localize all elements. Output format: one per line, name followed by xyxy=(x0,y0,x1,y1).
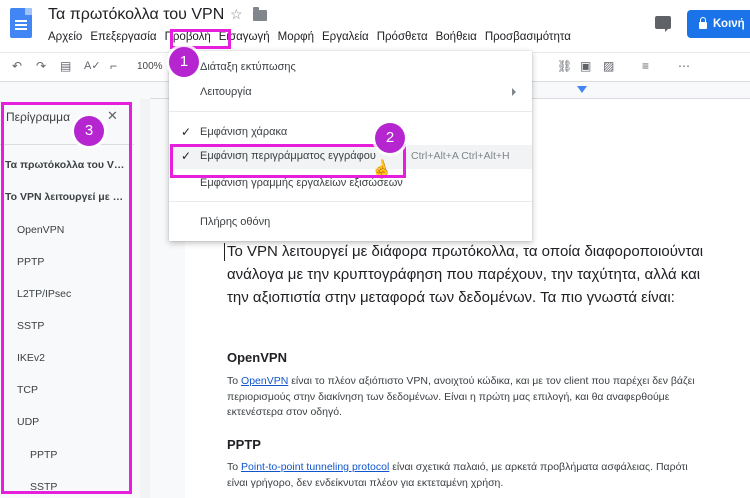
annotation-badge-2: 2 xyxy=(375,123,405,153)
share-label: Κοινή xyxy=(713,18,745,30)
menu-item-label: Πλήρης οθόνη xyxy=(200,216,271,228)
insert-image-icon[interactable]: ▨ xyxy=(603,59,614,73)
annotation-box-view-menu xyxy=(170,29,231,49)
menu-format[interactable]: Μορφή xyxy=(274,31,318,47)
folder-icon[interactable] xyxy=(253,7,267,21)
pptp-prefix: Το xyxy=(227,461,242,473)
openvpn-text: είναι το πλέον αξιόπιστο VPN, ανοιχτού κ… xyxy=(227,375,695,418)
share-button[interactable]: Κοινή xyxy=(687,10,750,38)
menu-accessibility[interactable]: Προσβασιμότητα xyxy=(481,31,575,47)
redo-icon[interactable]: ↷ xyxy=(36,59,46,73)
menu-item-full-screen[interactable]: Πλήρης οθόνη xyxy=(169,211,532,235)
menu-shortcut: Ctrl+Alt+A Ctrl+Alt+H xyxy=(411,150,510,162)
docs-logo-icon[interactable] xyxy=(10,8,32,38)
menu-item-show-ruler[interactable]: ✓ Εμφάνιση χάρακα xyxy=(169,121,532,145)
link-icon[interactable]: ⛓ xyxy=(557,59,572,73)
document-title[interactable]: Τα πρωτόκολλα του VPN xyxy=(48,6,224,24)
add-comment-icon[interactable]: ▣ xyxy=(580,59,591,73)
annotation-badge-3: 3 xyxy=(74,116,104,146)
menu-separator xyxy=(169,111,532,112)
ruler-indent-marker[interactable] xyxy=(577,86,587,93)
menu-edit[interactable]: Επεξεργασία xyxy=(86,31,160,47)
comment-icon[interactable] xyxy=(655,16,671,32)
menu-item-print-layout[interactable]: Διάταξη εκτύπωσης xyxy=(169,56,532,80)
menu-item-label: Εμφάνιση χάρακα xyxy=(200,126,288,138)
heading-pptp[interactable]: PPTP xyxy=(227,437,261,452)
menu-help[interactable]: Βοήθεια xyxy=(432,31,481,47)
menu-file[interactable]: Αρχείο xyxy=(44,31,86,47)
app-header: Τα πρωτόκολλα του VPN ☆ Αρχείο Επεξεργασ… xyxy=(0,0,750,52)
align-icon[interactable]: ≡ xyxy=(642,59,649,73)
paint-format-icon[interactable]: ⌐ xyxy=(110,59,117,73)
heading-openvpn[interactable]: OpenVPN xyxy=(227,350,287,365)
more-icon[interactable]: ⋯ xyxy=(678,59,690,73)
text-cursor xyxy=(224,243,225,261)
paragraph-pptp[interactable]: Το Point-to-point tunneling protocol είν… xyxy=(227,460,707,491)
annotation-badge-1: 1 xyxy=(169,47,199,77)
google-docs-window: Τα πρωτόκολλα του VPN ☆ Αρχείο Επεξεργασ… xyxy=(0,0,750,498)
menu-item-label: Διάταξη εκτύπωσης xyxy=(200,61,296,73)
zoom-select[interactable]: 100% xyxy=(137,61,163,72)
print-icon[interactable]: ▤ xyxy=(60,59,71,73)
spellcheck-icon[interactable]: A✓ xyxy=(84,59,101,72)
menu-tools[interactable]: Εργαλεία xyxy=(318,31,373,47)
undo-icon[interactable]: ↶ xyxy=(12,59,22,73)
submenu-arrow-icon xyxy=(512,88,516,96)
pptp-link[interactable]: Point-to-point tunneling protocol xyxy=(241,461,389,473)
lock-icon xyxy=(699,16,707,29)
paragraph-openvpn[interactable]: Το OpenVPN είναι το πλέον αξιόπιστο VPN,… xyxy=(227,374,707,421)
menu-item-mode[interactable]: Λειτουργία xyxy=(169,81,532,105)
check-icon: ✓ xyxy=(181,125,192,139)
menu-item-label: Λειτουργία xyxy=(200,86,252,98)
annotation-box-outline-item xyxy=(170,144,406,178)
menu-addons[interactable]: Πρόσθετα xyxy=(373,31,432,47)
annotation-box-outline-panel xyxy=(1,102,132,494)
openvpn-link[interactable]: OpenVPN xyxy=(241,375,288,387)
intro-paragraph[interactable]: Το VPN λειτουργεί με διάφορα πρωτόκολλα,… xyxy=(227,240,707,309)
outline-scrollbar[interactable] xyxy=(140,99,150,498)
star-icon[interactable]: ☆ xyxy=(230,6,243,23)
openvpn-prefix: Το xyxy=(227,375,242,387)
menu-separator xyxy=(169,201,532,202)
menu-bar: Αρχείο Επεξεργασία Προβολή Εισαγωγή Μορφ… xyxy=(44,31,575,47)
